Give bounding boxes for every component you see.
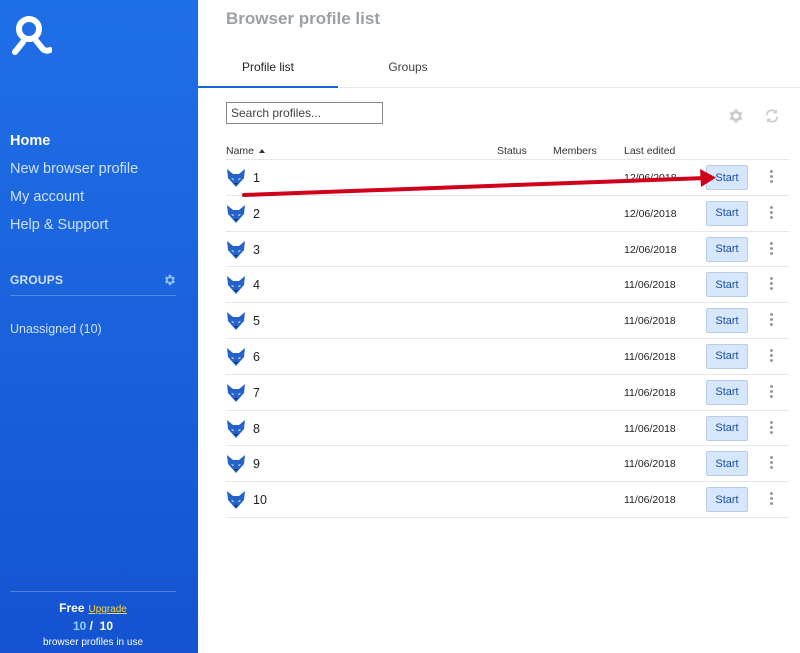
main-content: Browser profile list Profile list Groups… — [198, 0, 800, 653]
table-body: 1 12/06/2018 Start 2 12/06/2018 Start 3 12/06/2… — [226, 160, 789, 518]
plan-name: Free — [59, 601, 85, 615]
upgrade-link[interactable]: Upgrade — [89, 604, 127, 615]
profile-name[interactable]: 2 — [253, 207, 260, 221]
sidebar: Home New browser profile My account Help… — [0, 0, 198, 653]
start-button[interactable]: Start — [706, 236, 748, 262]
profiles-total-count: 10 — [99, 619, 114, 633]
profile-last-edited: 12/06/2018 — [624, 172, 677, 184]
fox-profile-icon — [226, 454, 246, 474]
sort-ascending-icon — [259, 149, 266, 153]
app-window: Home New browser profile My account Help… — [0, 0, 800, 653]
column-last-edited-header: Last edited — [624, 145, 676, 157]
start-button[interactable]: Start — [706, 415, 748, 441]
profiles-used-count: 10 — [72, 619, 87, 633]
gear-icon[interactable] — [727, 107, 745, 125]
profile-last-edited: 12/06/2018 — [624, 243, 677, 256]
start-button[interactable]: Start — [706, 308, 748, 334]
tab-profile-list[interactable]: Profile list — [198, 54, 338, 88]
groups-settings-gear-icon[interactable] — [163, 273, 177, 287]
table-row: 5 11/06/2018 Start — [226, 303, 789, 339]
fox-profile-icon — [226, 275, 246, 295]
profile-last-edited: 11/06/2018 — [624, 350, 676, 363]
table-row: 8 11/06/2018 Start — [226, 411, 789, 447]
start-button[interactable]: Start — [706, 451, 748, 477]
profile-last-edited: 11/06/2018 — [624, 458, 676, 471]
table-row: 6 11/06/2018 Start — [226, 339, 789, 375]
table-header: Name Status Members Last edited — [226, 143, 789, 160]
more-options-icon[interactable] — [768, 492, 774, 508]
more-options-icon[interactable] — [768, 313, 774, 329]
nav-help-support[interactable]: Help & Support — [10, 211, 138, 239]
nav-new-browser-profile[interactable]: New browser profile — [10, 155, 138, 183]
more-options-icon[interactable] — [768, 420, 774, 437]
table-row: 4 11/06/2018 Start — [226, 267, 789, 304]
profile-last-edited: 12/06/2018 — [624, 207, 677, 220]
start-button[interactable]: Start — [706, 272, 748, 298]
start-button[interactable]: Start — [706, 487, 748, 513]
profiles-table: Name Status Members Last edited 1 12/06/2… — [226, 143, 789, 518]
profile-name[interactable]: 6 — [253, 350, 260, 364]
nav-home[interactable]: Home — [10, 127, 138, 155]
profiles-usage-caption: browser profiles in use — [42, 637, 144, 648]
start-button[interactable]: Start — [706, 379, 748, 405]
table-row: 10 11/06/2018 Start — [226, 482, 789, 518]
table-row: 7 11/06/2018 Start — [226, 375, 789, 411]
search-input[interactable] — [226, 102, 383, 124]
fox-profile-icon — [226, 419, 246, 439]
table-row: 2 12/06/2018 Start — [226, 196, 789, 232]
profile-last-edited: 11/06/2018 — [624, 386, 676, 399]
fox-profile-icon — [226, 347, 246, 367]
column-members-header: Members — [553, 145, 597, 157]
profile-last-edited: 11/06/2018 — [624, 315, 676, 328]
profile-name[interactable]: 5 — [253, 314, 260, 328]
column-name-label: Name — [226, 145, 255, 157]
profile-last-edited: 11/06/2018 — [624, 494, 676, 507]
table-row: 3 12/06/2018 Start — [226, 232, 789, 268]
profile-name[interactable]: 10 — [253, 493, 267, 507]
column-name-header[interactable]: Name — [226, 145, 266, 157]
sidebar-nav: Home New browser profile My account Help… — [10, 127, 138, 239]
profile-last-edited: 11/06/2018 — [624, 422, 676, 435]
profile-name[interactable]: 7 — [253, 386, 260, 400]
plan-info: Free Upgrade — [0, 601, 186, 615]
page-title: Browser profile list — [226, 9, 380, 28]
more-options-icon[interactable] — [768, 241, 774, 258]
more-options-icon[interactable] — [768, 384, 774, 401]
sync-icon[interactable] — [763, 107, 781, 125]
profile-name[interactable]: 1 — [253, 171, 260, 185]
fox-profile-icon — [226, 490, 246, 510]
fox-profile-icon — [226, 168, 246, 188]
more-options-icon[interactable] — [768, 205, 774, 222]
start-button[interactable]: Start — [706, 200, 748, 226]
profile-name[interactable]: 9 — [253, 457, 260, 471]
groups-divider — [10, 295, 176, 296]
profile-name[interactable]: 4 — [253, 278, 260, 292]
fox-profile-icon — [226, 240, 246, 260]
more-options-icon[interactable] — [768, 277, 774, 293]
profiles-usage: 10 / 10 — [0, 619, 186, 633]
table-row: 1 12/06/2018 Start — [226, 160, 789, 196]
group-unassigned[interactable]: Unassigned (10) — [10, 322, 102, 336]
fox-profile-icon — [226, 311, 246, 331]
usage-separator: / — [89, 619, 93, 633]
more-options-icon[interactable] — [768, 170, 774, 186]
plan-divider — [10, 591, 176, 592]
profile-name[interactable]: 3 — [253, 243, 260, 257]
app-logo-icon[interactable] — [10, 14, 52, 56]
groups-heading: GROUPS — [10, 273, 64, 287]
fox-profile-icon — [226, 204, 246, 224]
tab-bar: Profile list Groups — [198, 54, 800, 88]
start-button[interactable]: Start — [706, 165, 748, 190]
start-button[interactable]: Start — [706, 343, 748, 369]
more-options-icon[interactable] — [768, 456, 774, 472]
fox-profile-icon — [226, 383, 246, 403]
column-status-header: Status — [497, 145, 527, 157]
nav-my-account[interactable]: My account — [10, 183, 138, 211]
more-options-icon[interactable] — [768, 348, 774, 365]
profile-last-edited: 11/06/2018 — [624, 279, 676, 292]
tab-groups[interactable]: Groups — [338, 54, 478, 88]
table-row: 9 11/06/2018 Start — [226, 446, 789, 483]
profile-name[interactable]: 8 — [253, 422, 260, 436]
